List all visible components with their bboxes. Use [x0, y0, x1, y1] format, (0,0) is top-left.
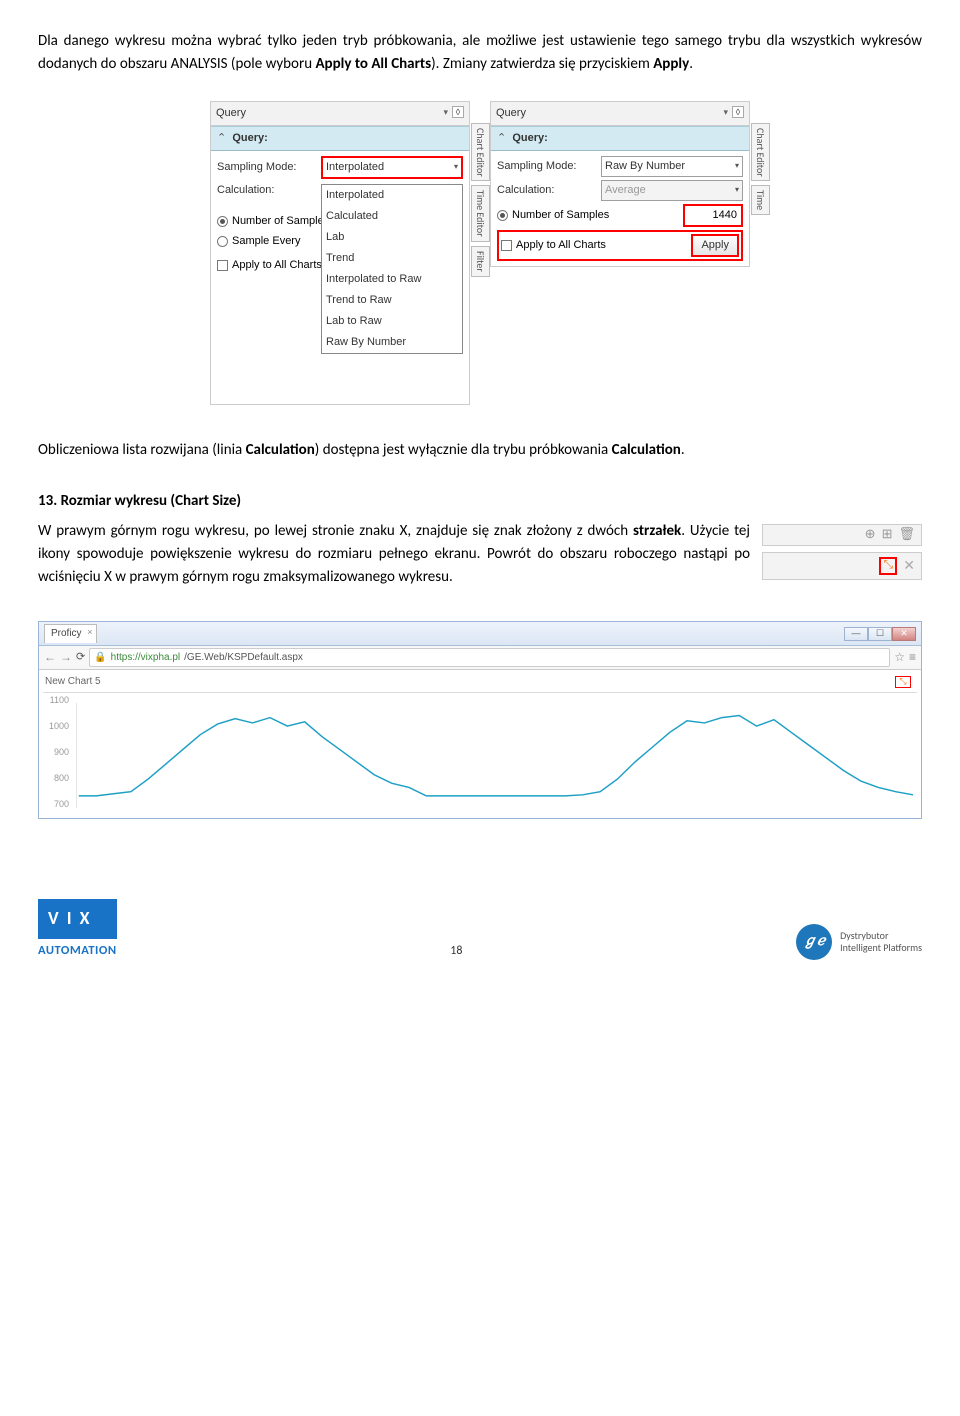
calculation-paragraph: Obliczeniowa lista rozwijana (linia Calc… — [38, 439, 922, 462]
reload-icon[interactable]: ⟳ — [76, 649, 85, 666]
apply-all-label: Apply to All Charts — [232, 257, 322, 274]
line-chart — [43, 693, 917, 818]
panel-header-label: Query — [496, 105, 526, 122]
bookmark-star-icon[interactable]: ☆ — [894, 648, 905, 667]
page-number: 18 — [117, 942, 797, 961]
number-samples-input[interactable]: 1440 — [683, 204, 743, 227]
expand-chart-icon[interactable]: ⤡ — [879, 557, 897, 575]
sampling-mode-combo[interactable]: Raw By Number▾ — [601, 156, 743, 177]
dropdown-expand-icon[interactable]: ▾ — [723, 106, 728, 120]
section-header[interactable]: ⌃ Query: — [491, 126, 749, 151]
sampling-mode-label: Sampling Mode: — [217, 159, 317, 176]
calculation-combo: Average▾ — [601, 180, 743, 201]
panel-header-label: Query — [216, 105, 246, 122]
number-samples-label: Number of Samples — [512, 207, 609, 224]
y-axis-labels: 1100 1000 900 800 700 — [45, 694, 69, 812]
lock-icon: 🔒 — [94, 650, 106, 666]
menu-icon[interactable]: ≡ — [909, 648, 916, 667]
nav-forward-icon[interactable]: → — [60, 648, 72, 667]
section-13-heading: 13. Rozmiar wykresu (Chart Size) — [38, 490, 922, 513]
add-chart-plus-icon[interactable]: ⊞ — [882, 525, 893, 545]
nav-back-icon[interactable]: ← — [44, 648, 56, 667]
tab-chart-editor[interactable]: Chart Editor — [751, 123, 771, 182]
ge-distributor-text: Dystrybutor Intelligent Platforms — [840, 930, 922, 954]
calculation-label: Calculation: — [497, 182, 597, 199]
number-samples-radio[interactable] — [217, 216, 228, 227]
number-samples-radio[interactable] — [497, 210, 508, 221]
sample-every-label: Sample Every — [232, 233, 300, 250]
tab-time[interactable]: Time — [751, 185, 771, 215]
sampling-mode-dropdown[interactable]: Interpolated Calculated Lab Trend Interp… — [321, 184, 463, 354]
dropdown-expand-icon[interactable]: ▾ — [443, 106, 448, 120]
automation-label: AUTOMATION — [38, 941, 117, 960]
trash-icon[interactable]: 🗑 — [898, 525, 915, 545]
apply-all-checkbox[interactable] — [217, 260, 228, 271]
intro-text-3: . — [689, 55, 693, 73]
apply-button[interactable]: Apply — [691, 234, 739, 257]
intro-bold-1: Apply to All Charts — [315, 55, 431, 73]
close-chart-icon[interactable]: ✕ — [903, 555, 915, 577]
browser-window: Proficy — ☐ ✕ ← → ⟳ 🔒 https://vixpha.pl/… — [38, 621, 922, 819]
side-tabs-right: Chart Editor Time — [751, 123, 771, 216]
sampling-mode-combo[interactable]: Interpolated▾ — [321, 156, 463, 179]
chart-toolbar-illustration: ⊕ ⊞ 🗑 ⤡ ✕ — [762, 524, 922, 580]
browser-tab[interactable]: Proficy — [44, 624, 97, 643]
chart-expand-icon[interactable]: ⤡ — [895, 676, 911, 688]
query-panel-left: Query ▾ ◊ ⌃ Query: Sampling Mode: Interp… — [210, 101, 470, 406]
tab-chart-editor[interactable]: Chart Editor — [471, 123, 491, 182]
section-header[interactable]: ⌃ Query: — [211, 126, 469, 151]
pin-icon[interactable]: ◊ — [732, 106, 744, 118]
side-tabs-left: Chart Editor Time Editor Filter — [471, 123, 491, 277]
intro-paragraph: Dla danego wykresu można wybrać tylko je… — [38, 30, 922, 77]
number-samples-label: Number of Samples — [232, 213, 329, 230]
intro-text-2: ). Zmiany zatwierdza się przyciskiem — [431, 55, 653, 73]
apply-all-checkbox[interactable] — [501, 240, 512, 251]
chart-title: New Chart 5 — [45, 674, 101, 690]
window-maximize-icon[interactable]: ☐ — [868, 627, 892, 641]
window-close-icon[interactable]: ✕ — [892, 627, 916, 641]
sampling-mode-label: Sampling Mode: — [497, 158, 597, 175]
calculation-label: Calculation: — [217, 182, 317, 199]
page-footer: V I X AUTOMATION 18 ℊℯ Dystrybutor Intel… — [38, 899, 922, 960]
add-chart-icon[interactable]: ⊕ — [865, 525, 876, 545]
tab-filter[interactable]: Filter — [471, 246, 491, 277]
intro-bold-2: Apply — [653, 55, 689, 73]
apply-all-label: Apply to All Charts — [516, 237, 606, 254]
ge-logo: ℊℯ — [796, 924, 832, 960]
screenshots-row: Query ▾ ◊ ⌃ Query: Sampling Mode: Interp… — [38, 101, 922, 406]
window-minimize-icon[interactable]: — — [844, 627, 868, 641]
vix-logo: V I X — [38, 899, 117, 939]
tab-time-editor[interactable]: Time Editor — [471, 185, 491, 242]
sample-every-radio[interactable] — [217, 236, 228, 247]
pin-icon[interactable]: ◊ — [452, 106, 464, 118]
address-bar[interactable]: 🔒 https://vixpha.pl/GE.Web/KSPDefault.as… — [89, 648, 890, 668]
query-panel-right: Query ▾ ◊ ⌃ Query: Sampling Mode: Raw By… — [490, 101, 750, 267]
